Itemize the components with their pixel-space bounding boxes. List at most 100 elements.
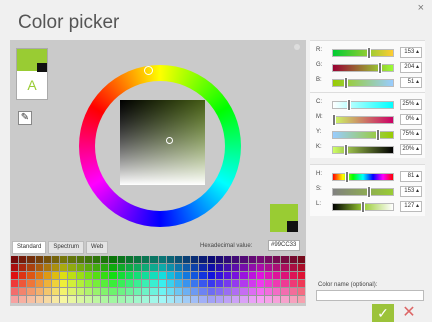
palette-swatch[interactable] [27, 280, 35, 287]
palette-swatch[interactable] [84, 296, 92, 303]
palette-swatch[interactable] [51, 288, 60, 295]
saturation-lightness-square[interactable] [120, 100, 205, 185]
palette-swatch[interactable] [60, 272, 68, 279]
palette-swatch[interactable] [84, 280, 92, 287]
palette-swatch[interactable] [19, 264, 27, 271]
hue-handle[interactable] [144, 66, 153, 75]
palette-swatch[interactable] [60, 288, 68, 295]
palette-swatch[interactable] [11, 280, 19, 287]
palette-swatch[interactable] [35, 272, 43, 279]
palette-swatch[interactable] [76, 288, 84, 295]
palette-swatch[interactable] [68, 296, 76, 303]
palette-swatch[interactable] [256, 288, 265, 295]
palette-swatch[interactable] [289, 296, 297, 303]
palette-swatch[interactable] [43, 256, 51, 263]
palette-swatch[interactable] [133, 264, 142, 271]
palette-swatch[interactable] [117, 280, 125, 287]
palette-swatch[interactable] [199, 280, 207, 287]
palette-swatch[interactable] [281, 288, 289, 295]
palette-swatch[interactable] [43, 296, 51, 303]
palette-swatch[interactable] [183, 288, 191, 295]
cmyk-slider-knob[interactable] [375, 129, 380, 141]
cancel-button[interactable]: ✕ [400, 304, 418, 322]
palette-swatch[interactable] [150, 264, 158, 271]
palette-swatch[interactable] [174, 256, 183, 263]
rgb-slider-knob[interactable] [343, 77, 348, 89]
color-name-input[interactable] [316, 290, 424, 301]
palette-swatch[interactable] [183, 264, 191, 271]
palette-swatch[interactable] [281, 296, 289, 303]
palette-swatch[interactable] [43, 272, 51, 279]
palette-swatch[interactable] [92, 288, 101, 295]
palette-swatch[interactable] [289, 280, 297, 287]
palette-swatch[interactable] [191, 280, 199, 287]
palette-swatch[interactable] [232, 264, 240, 271]
palette-swatch[interactable] [199, 272, 207, 279]
cmyk-slider[interactable] [332, 146, 394, 154]
tab-web[interactable]: Web [86, 241, 109, 254]
palette-swatch[interactable] [142, 296, 150, 303]
palette-swatch[interactable] [117, 296, 125, 303]
palette-swatch[interactable] [150, 296, 158, 303]
palette-swatch[interactable] [101, 264, 109, 271]
palette-swatch[interactable] [273, 256, 281, 263]
palette-swatch[interactable] [35, 264, 43, 271]
palette-swatch[interactable] [166, 256, 174, 263]
palette-swatch[interactable] [133, 288, 142, 295]
palette-swatch[interactable] [281, 264, 289, 271]
palette-swatch[interactable] [289, 256, 297, 263]
sl-handle[interactable] [166, 137, 173, 144]
palette-swatch[interactable] [142, 272, 150, 279]
palette-swatch[interactable] [289, 288, 297, 295]
palette-swatch[interactable] [240, 280, 248, 287]
palette-swatch[interactable] [68, 256, 76, 263]
palette-swatch[interactable] [174, 280, 183, 287]
palette-swatch[interactable] [273, 272, 281, 279]
palette-swatch[interactable] [265, 272, 273, 279]
palette-swatch[interactable] [142, 280, 150, 287]
palette-swatch[interactable] [51, 296, 60, 303]
palette-swatch[interactable] [158, 288, 166, 295]
palette-swatch[interactable] [207, 280, 215, 287]
palette-swatch[interactable] [256, 264, 265, 271]
palette-swatch[interactable] [27, 296, 35, 303]
palette-swatch[interactable] [60, 264, 68, 271]
palette-swatch[interactable] [273, 296, 281, 303]
palette-swatch[interactable] [158, 264, 166, 271]
palette-swatch[interactable] [27, 256, 35, 263]
palette-swatch[interactable] [183, 280, 191, 287]
hsl-value-input[interactable]: 127 ▴ [400, 201, 422, 212]
palette-swatch[interactable] [248, 256, 256, 263]
palette-swatch[interactable] [224, 264, 232, 271]
palette-swatch[interactable] [215, 288, 224, 295]
palette-swatch[interactable] [256, 256, 265, 263]
rgb-slider-knob[interactable] [378, 62, 383, 74]
palette-swatch[interactable] [207, 264, 215, 271]
palette-swatch[interactable] [248, 296, 256, 303]
palette-swatch[interactable] [158, 256, 166, 263]
palette-swatch[interactable] [158, 296, 166, 303]
palette-swatch[interactable] [35, 280, 43, 287]
palette-swatch[interactable] [240, 296, 248, 303]
tab-standard[interactable]: Standard [12, 241, 47, 254]
palette-swatch[interactable] [289, 272, 297, 279]
palette-swatch[interactable] [19, 280, 27, 287]
palette-swatch[interactable] [101, 296, 109, 303]
palette-swatch[interactable] [109, 264, 117, 271]
palette-swatch[interactable] [43, 288, 51, 295]
palette-swatch[interactable] [207, 272, 215, 279]
palette-swatch[interactable] [51, 264, 60, 271]
palette-swatch[interactable] [248, 272, 256, 279]
hsl-slider-knob[interactable] [344, 171, 349, 183]
palette-swatch[interactable] [174, 272, 183, 279]
hsl-slider[interactable] [332, 173, 394, 181]
palette-swatch[interactable] [27, 272, 35, 279]
palette-swatch[interactable] [76, 264, 84, 271]
palette-swatch[interactable] [191, 256, 199, 263]
cmyk-slider-knob[interactable] [332, 114, 336, 126]
palette-swatch[interactable] [35, 296, 43, 303]
palette-swatch[interactable] [248, 264, 256, 271]
hsl-slider[interactable] [332, 188, 394, 196]
palette-swatch[interactable] [224, 280, 232, 287]
cmyk-slider-knob[interactable] [343, 144, 348, 156]
